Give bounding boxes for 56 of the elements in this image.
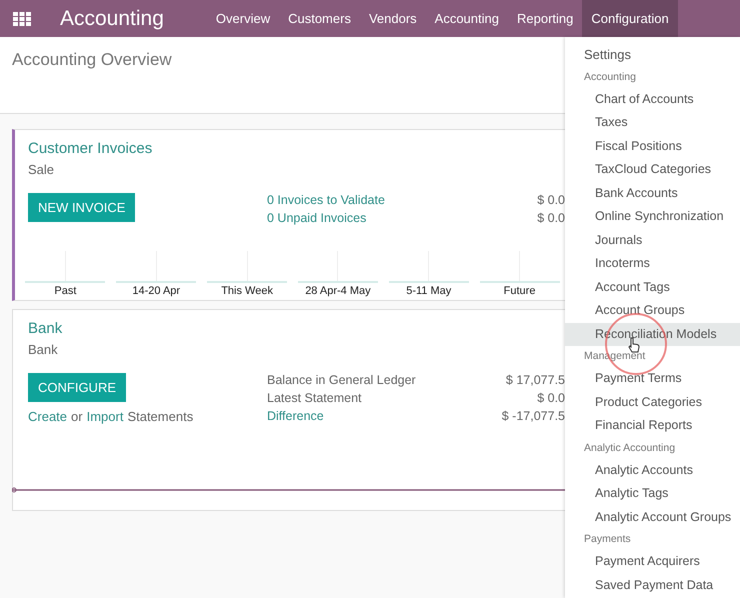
apps-grid-icon[interactable] xyxy=(13,12,31,26)
axis-label: 5-11 May xyxy=(406,284,452,299)
amount-text: $ 0.0 xyxy=(537,211,565,227)
axis-label: Future xyxy=(504,284,536,299)
dropdown-item[interactable]: Settings xyxy=(565,43,740,66)
amount-text: $ 0.0 xyxy=(537,391,565,407)
dropdown-item[interactable]: Payment Acquirers xyxy=(565,550,740,574)
menu-section-header: Payments xyxy=(583,532,632,547)
dropdown-item[interactable]: Fiscal Positions xyxy=(565,134,740,158)
create-link[interactable]: Create xyxy=(28,409,68,424)
stat-label: Balance in General Ledger xyxy=(267,373,416,389)
statements-text: Statements xyxy=(127,409,194,424)
axis-label: 14-20 Apr xyxy=(132,284,180,299)
nav-menu-item[interactable]: Reporting xyxy=(508,0,582,37)
nav-menu-item[interactable]: Accounting xyxy=(426,0,508,37)
dropdown-item[interactable]: Taxes xyxy=(565,111,740,134)
dropdown-item[interactable]: Chart of Accounts xyxy=(565,88,740,111)
import-link[interactable]: Import xyxy=(86,409,124,424)
card-title[interactable]: Bank xyxy=(28,320,565,337)
amount-text: $ 0.0 xyxy=(537,193,565,209)
menu-section-header: Accounting xyxy=(583,70,637,84)
or-text: or xyxy=(71,409,83,424)
axis-label: 28 Apr-4 May xyxy=(305,284,371,299)
dropdown-item[interactable]: Bank Accounts xyxy=(565,182,740,205)
card-title[interactable]: Customer Invoices xyxy=(28,140,565,157)
dropdown-item[interactable]: Account Tags xyxy=(565,276,740,299)
stat-link[interactable]: 0 Invoices to Validate xyxy=(267,193,385,211)
nav-menu-item[interactable]: Configuration xyxy=(582,0,678,37)
dropdown-item[interactable]: Analytic Tags xyxy=(565,482,740,506)
dropdown-item[interactable]: Product Categories xyxy=(565,390,740,414)
app-title: Accounting xyxy=(60,6,164,30)
nav-menu-item[interactable]: Overview xyxy=(206,0,280,37)
dropdown-item[interactable]: Account Groups xyxy=(565,299,740,322)
dropdown-item[interactable]: Payment Terms xyxy=(565,367,740,390)
dropdown-item[interactable]: Saved Payment Data xyxy=(565,574,740,597)
axis-label: This Week xyxy=(221,284,273,299)
stat-label: Latest Statement xyxy=(267,391,362,407)
menu-section-header: Analytic Accounting xyxy=(583,440,676,456)
card-subtitle: Bank xyxy=(28,342,59,357)
stat-link[interactable]: Difference xyxy=(267,409,324,427)
card-subtitle: Sale xyxy=(28,162,56,177)
page-title: Accounting Overview xyxy=(12,50,172,69)
dropdown-item[interactable]: Incoterms xyxy=(565,252,740,276)
nav-menu-item[interactable]: Customers xyxy=(279,0,360,37)
nav-menu-item[interactable]: Vendors xyxy=(360,0,426,37)
dropdown-item[interactable]: Journals xyxy=(565,228,740,252)
axis-label: Past xyxy=(54,284,76,299)
dropdown-item[interactable]: Online Synchronization xyxy=(565,205,740,228)
amount-text: $ 17,077.5 xyxy=(506,373,565,389)
stat-link[interactable]: 0 Unpaid Invoices xyxy=(267,211,366,229)
hand-cursor-icon xyxy=(628,337,640,353)
dropdown-item[interactable]: Analytic Accounts xyxy=(565,458,740,482)
dropdown-item[interactable]: Analytic Account Groups xyxy=(565,506,740,529)
dropdown-item[interactable]: Financial Reports xyxy=(565,414,740,438)
dropdown-item[interactable]: TaxCloud Categories xyxy=(565,158,740,182)
amount-text: $ -17,077.5 xyxy=(502,409,565,425)
